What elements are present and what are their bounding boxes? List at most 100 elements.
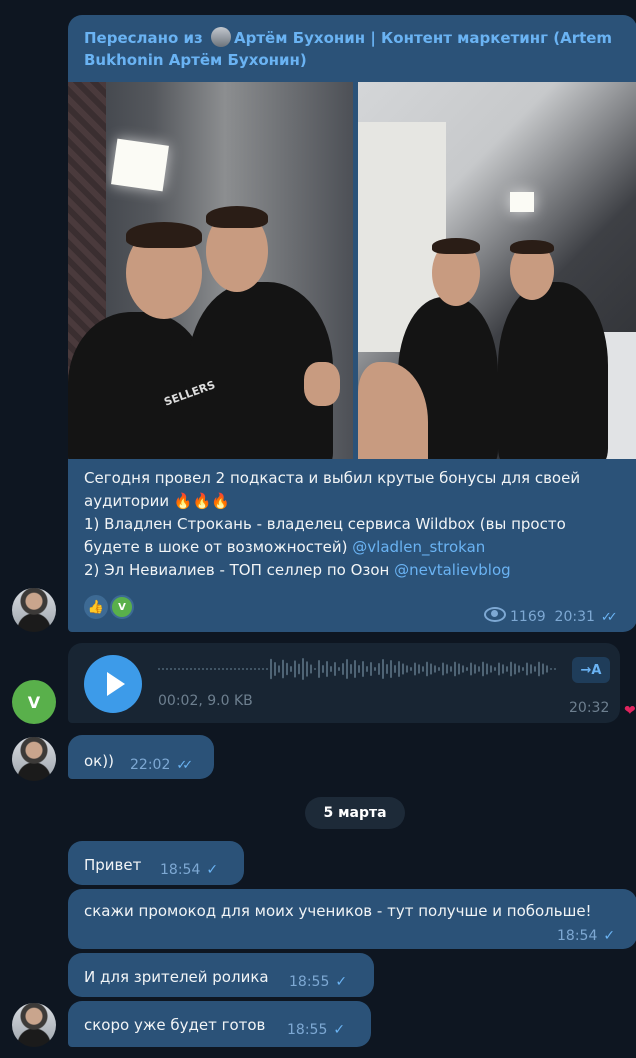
waveform-bar bbox=[334, 662, 336, 676]
forwarded-post-text: Сегодня провел 2 подкаста и выбил крутые… bbox=[84, 467, 629, 582]
waveform-bar bbox=[514, 663, 516, 675]
forwarded-channel-name-cont[interactable]: Bukhonin Артём Бухонин) bbox=[84, 51, 307, 69]
play-button[interactable] bbox=[84, 655, 142, 713]
voice-duration-size: 00:02, 9.0 KB bbox=[158, 693, 253, 709]
message-meta: 18:54 ✓ bbox=[160, 862, 218, 878]
check-icon: ✓ bbox=[206, 862, 219, 878]
reactions-row[interactable]: 👍 V bbox=[84, 595, 134, 619]
waveform-bar bbox=[330, 666, 332, 672]
channel-avatar-icon bbox=[211, 27, 231, 47]
waveform-bar bbox=[202, 668, 204, 670]
date-separator: 5 марта bbox=[305, 797, 405, 829]
studio-light bbox=[510, 192, 534, 212]
waveform-bar bbox=[206, 668, 208, 670]
forwarded-channel-name[interactable]: Артём Бухонин | Контент маркетинг (Artem bbox=[234, 29, 612, 47]
waveform-bar bbox=[250, 668, 252, 670]
sender-avatar[interactable] bbox=[12, 1003, 56, 1047]
waveform-bar bbox=[230, 668, 232, 670]
message-time: 18:55 bbox=[289, 974, 330, 990]
post-text-line: Сегодня провел 2 подкаста и выбил крутые… bbox=[84, 469, 581, 487]
waveform-bar bbox=[394, 665, 396, 673]
waveform-bar bbox=[178, 668, 180, 670]
thumbs-up-hand bbox=[304, 362, 340, 406]
waveform-bar bbox=[170, 668, 172, 670]
message-text: И для зрителей ролика bbox=[84, 968, 269, 986]
person-left-body bbox=[68, 312, 208, 459]
reaction-user-avatar: V bbox=[110, 595, 134, 619]
views-eye-icon bbox=[484, 607, 506, 622]
double-check-icon: ✓✓ bbox=[600, 610, 618, 625]
waveform-bar bbox=[402, 663, 404, 675]
waveform-bar bbox=[458, 663, 460, 675]
check-icon: ✓ bbox=[335, 974, 348, 990]
waveform-bar bbox=[362, 661, 364, 677]
waveform-bar bbox=[430, 663, 432, 675]
waveform-bar bbox=[162, 668, 164, 670]
person-right-body bbox=[498, 282, 608, 459]
waveform-bar bbox=[302, 658, 304, 680]
forwarded-prefix: Переслано из bbox=[84, 29, 203, 47]
waveform-bar bbox=[506, 666, 508, 672]
studio-light bbox=[111, 138, 169, 192]
post-text-line: 2) Эл Невиалиев - ТОП селлер по Озон bbox=[84, 561, 390, 579]
waveform-bar bbox=[478, 666, 480, 672]
person-left-hair bbox=[432, 238, 480, 254]
heart-reaction-icon[interactable]: ❤ bbox=[624, 703, 636, 719]
thumbs-up-reaction[interactable]: 👍 bbox=[84, 595, 108, 619]
waveform-bar bbox=[314, 668, 316, 670]
waveform-bar bbox=[350, 664, 352, 674]
voice-waveform[interactable] bbox=[158, 651, 558, 687]
waveform-bar bbox=[422, 666, 424, 672]
mention-link[interactable]: @nevtalievblog bbox=[394, 561, 511, 579]
waveform-bar bbox=[358, 665, 360, 673]
waveform-bar bbox=[498, 662, 500, 676]
waveform-bar bbox=[310, 664, 312, 674]
message-time: 22:02 bbox=[130, 757, 171, 773]
double-check-icon: ✓✓ bbox=[176, 758, 193, 773]
waveform-bar bbox=[290, 666, 292, 672]
message-time: 20:31 bbox=[554, 609, 595, 625]
message-time: 18:55 bbox=[287, 1022, 328, 1038]
waveform-bar bbox=[242, 668, 244, 670]
waveform-bar bbox=[238, 668, 240, 670]
waveform-bar bbox=[186, 668, 188, 670]
post-meta: 1169 20:31 ✓✓ bbox=[484, 607, 618, 625]
check-icon: ✓ bbox=[603, 928, 616, 944]
post-text-line: будете в шоке от возможностей) bbox=[84, 538, 348, 556]
message-meta: 18:55 ✓ bbox=[287, 1022, 345, 1038]
message-text: скоро уже будет готов bbox=[84, 1016, 266, 1034]
sender-avatar[interactable] bbox=[12, 588, 56, 632]
message-text: ок)) bbox=[84, 752, 114, 770]
waveform-bar bbox=[342, 663, 344, 675]
waveform-bar bbox=[382, 659, 384, 679]
waveform-bar bbox=[318, 660, 320, 678]
post-photo-right[interactable] bbox=[358, 82, 636, 459]
waveform-bar bbox=[542, 663, 544, 675]
waveform-bar bbox=[366, 666, 368, 672]
waveform-bar bbox=[474, 664, 476, 674]
waveform-bar bbox=[526, 662, 528, 676]
waveform-bar bbox=[450, 666, 452, 672]
waveform-bar bbox=[462, 665, 464, 673]
waveform-bar bbox=[322, 665, 324, 673]
waveform-bar bbox=[522, 667, 524, 671]
waveform-bar bbox=[386, 664, 388, 674]
waveform-bar bbox=[194, 668, 196, 670]
waveform-bar bbox=[326, 661, 328, 677]
sender-avatar[interactable] bbox=[12, 737, 56, 781]
waveform-bar bbox=[410, 667, 412, 671]
waveform-bar bbox=[374, 667, 376, 671]
waveform-bar bbox=[486, 663, 488, 675]
waveform-bar bbox=[426, 661, 428, 677]
post-text-line: 1) Владлен Строкань - владелец сервиса W… bbox=[84, 515, 566, 533]
waveform-bar bbox=[406, 665, 408, 673]
post-photo-left[interactable]: SELLERS bbox=[68, 82, 353, 459]
transcribe-button[interactable]: →A bbox=[572, 657, 610, 683]
waveform-bar bbox=[546, 665, 548, 673]
forwarded-from-header[interactable]: Переслано из Артём Бухонин | Контент мар… bbox=[84, 27, 629, 71]
mention-link[interactable]: @vladlen_strokan bbox=[352, 538, 485, 556]
waveform-bar bbox=[442, 662, 444, 676]
waveform-bar bbox=[438, 667, 440, 671]
sender-avatar[interactable]: V bbox=[12, 680, 56, 724]
views-count: 1169 bbox=[510, 609, 546, 625]
